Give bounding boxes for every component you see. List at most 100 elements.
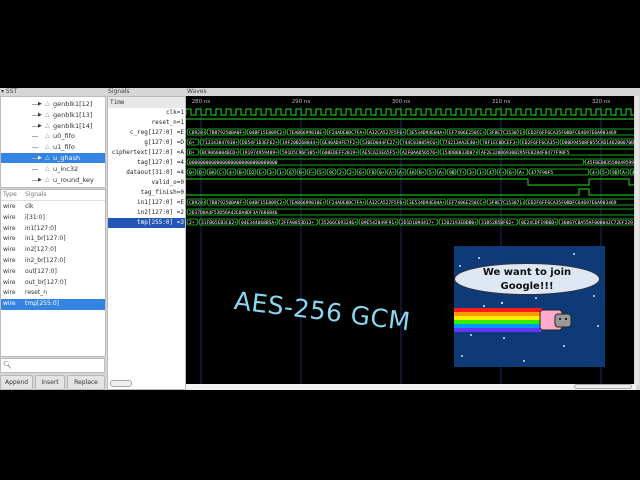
trace-name-row[interactable]: ciphertext[127:0] =A (108, 148, 185, 158)
trace-name-row[interactable]: in2[127:0] =2 (108, 208, 185, 218)
bus-value: A32CA527F5F6+ (369, 200, 405, 206)
trace-name-row[interactable]: tmp[255:0] =3 (108, 218, 185, 228)
bus-value: F+ (499, 170, 505, 176)
trace-name-row[interactable]: dataout[31:0] =4 (108, 168, 185, 178)
signals-names-box[interactable]: Time clk=1 reset_n=1 c_reg[127:0] =E g[127:… (107, 96, 186, 390)
tree-item-label: u_round_key (53, 175, 94, 184)
bus-value: 744C830059C6+ (402, 140, 438, 146)
trace-name-row[interactable]: in1[127:0] =E (108, 198, 185, 208)
bus-value: F+ (309, 170, 315, 176)
signal-list-row[interactable]: wire in1[127:0] (1, 224, 105, 235)
bus-segment-clip: 9C+ (329, 170, 338, 176)
trace-name-row[interactable]: g[127:0] =D (108, 138, 185, 148)
sst-header[interactable]: ▾ SST (1, 88, 17, 96)
expand-arrow-icon[interactable]: ▶ (38, 99, 42, 109)
tree-connector (32, 168, 38, 170)
bus-segment-clip: 31B52B5BF82+ (481, 220, 514, 226)
bus-value: 04BF15E809C2+ (249, 130, 285, 136)
signal-type: wire (3, 246, 16, 254)
signal-list-row[interactable]: wire in1_br[127:0] (1, 234, 105, 245)
signal-list-header: Type Signals (1, 190, 105, 201)
signal-list-row[interactable]: wire out[127:0] (1, 267, 105, 278)
trace-name-row[interactable]: valid_o=0 (108, 178, 185, 188)
bus-segment-clip: 3F8E7C153071+ (489, 200, 524, 206)
bus-segment-clip: 774213AA2E40+ (442, 140, 478, 146)
replace-button[interactable]: Replace (67, 375, 105, 390)
bus-segment-clip: 7B879250BA0F+ (209, 130, 245, 136)
bus-value: 3+ (269, 170, 275, 176)
bus-segment-clip: EF7406E258CC+ (449, 200, 485, 206)
signal-list-row[interactable]: wire reset_n (1, 288, 105, 299)
tree-item[interactable]: △ u_inc32 (1, 164, 105, 174)
tree-item[interactable]: ▶ △ genblk1[13] (1, 110, 105, 120)
col-type-header[interactable]: Type (3, 190, 17, 200)
expand-arrow-icon[interactable]: ▶ (38, 175, 42, 185)
bus-value: AE5C623E65F5+ (362, 150, 398, 156)
hierarchy-tree[interactable]: ▶ △ genblk1[12] ▶ △ genblk1[13] ▶ △ genblk1[14] △… (0, 96, 106, 188)
signal-search-input[interactable]: 🔍︎ (0, 358, 105, 373)
expand-arrow-icon[interactable]: ▶ (38, 121, 42, 131)
bus-value: 774213AA2E40+ (442, 140, 478, 146)
expand-arrow-icon[interactable]: ▶ (38, 153, 42, 163)
insert-button[interactable]: Insert (35, 375, 65, 390)
bus-segment-clip: 2+ (189, 220, 195, 226)
bus-value: A+ (622, 170, 628, 176)
col-signals-header[interactable]: Signals (25, 190, 47, 200)
tree-item[interactable]: ▶ △ u_ghash (1, 153, 105, 163)
bus-segment-clip: 4+ (229, 170, 235, 176)
bus-segment-clip: 4A+ (409, 170, 418, 176)
module-icon: △ (45, 175, 50, 183)
bus-value: BC9066004BCD+ (202, 150, 238, 156)
signal-list-row[interactable]: wire out_br[127:0] (1, 278, 105, 289)
signals-hscrollbar[interactable] (110, 380, 132, 387)
tree-item-label: genblk1[13] (53, 110, 93, 119)
bus-value: 7EAB6699810E+ (289, 200, 325, 206)
bus-segment-clip: 3+ (469, 170, 475, 176)
bus-segment-clip: 3+ (269, 170, 275, 176)
tree-item[interactable]: ▶ △ genblk1[14] (1, 121, 105, 131)
bus-segment-clip: D654F1D3EF62+ (242, 140, 278, 146)
bus-value: C8928+ (189, 200, 206, 206)
bus-segment-clip: D+ (189, 150, 195, 156)
tree-item[interactable]: △ u1_fifo (1, 142, 105, 152)
signals-pane: Signals Time clk=1 reset_n=1 c_reg[127:0] … (106, 88, 186, 390)
bus-segment-clip: 47+ (489, 170, 495, 176)
trace-name-row[interactable]: c_reg[127:0] =E (108, 128, 185, 138)
bus-segment-clip: 04E344068B5A+ (241, 220, 277, 226)
bus-segment-clip: 7+ (459, 170, 465, 176)
signal-list[interactable]: Type Signals wire clk wire i[31:0] wire in1[1… (0, 189, 106, 357)
waves-vscrollbar[interactable] (635, 96, 639, 385)
bus-value: A+ (389, 170, 395, 176)
bus-value: 78F1EC0DCEF3+ (482, 140, 518, 146)
append-button[interactable]: Append (0, 375, 33, 390)
bus-segment-clip: 713343847938+ (202, 140, 238, 146)
bus-value: B+ (419, 170, 425, 176)
bus-segment-clip: B+ (239, 170, 245, 176)
bus-segment-clip: 04BF15E809C2+ (249, 200, 285, 206)
signal-list-row[interactable]: wire i[31:0] (1, 213, 105, 224)
bus-value: 35266C693246+ (321, 220, 357, 226)
signal-list-row[interactable]: wire tmp[255:0] (1, 299, 105, 310)
bus-value: 9B+ (449, 170, 458, 176)
waves-hscrollbar[interactable] (574, 384, 632, 389)
signal-name: in2_br[127:0] (25, 257, 66, 264)
trace-name-row[interactable]: clk=1 (108, 108, 185, 118)
bus-segment-clip: A+ (439, 170, 445, 176)
trace-name-row[interactable]: tag_finish=0 (108, 188, 185, 198)
bus-segment-clip: 530ED044FE27+ (362, 140, 398, 146)
tree-item[interactable]: △ u0_fifo (1, 131, 105, 141)
bus-value: 154DB8B33D07+ (442, 150, 478, 156)
trace-name-row[interactable]: reset_n=1 (108, 118, 185, 128)
bus-value: 2+ (189, 220, 195, 226)
bus-value: 4A+ (409, 170, 418, 176)
tree-item[interactable]: ▶ △ genblk1[12] (1, 99, 105, 109)
signal-list-row[interactable]: wire in2_br[127:0] (1, 256, 105, 267)
expand-arrow-icon[interactable]: ▶ (38, 110, 42, 120)
tree-item[interactable]: ▶ △ u_round_key (1, 175, 105, 185)
trace-name-row[interactable]: tag[127:0] =4 (108, 158, 185, 168)
signal-list-row[interactable]: wire in2[127:0] (1, 245, 105, 256)
signal-list-row[interactable]: wire clk (1, 202, 105, 213)
bus-segment-clip: 477F90F5 (531, 170, 553, 176)
module-icon: △ (45, 132, 50, 140)
bus-value: 9C+ (329, 170, 338, 176)
